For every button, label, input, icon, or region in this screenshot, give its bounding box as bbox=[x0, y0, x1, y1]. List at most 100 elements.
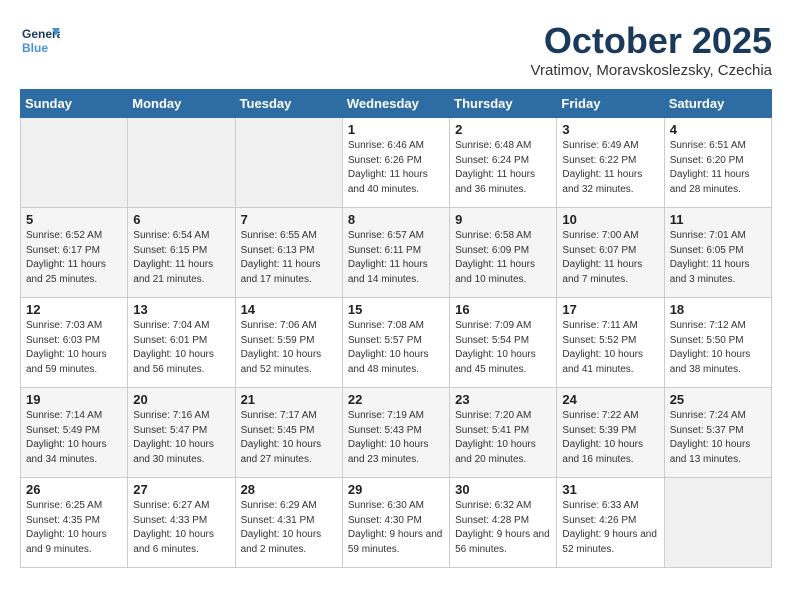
title-block: October 2025 Vratimov, Moravskoslezsky, … bbox=[531, 20, 772, 79]
calendar-table: SundayMondayTuesdayWednesdayThursdayFrid… bbox=[20, 89, 772, 568]
day-info: Sunrise: 6:58 AM Sunset: 6:09 PM Dayligh… bbox=[455, 229, 551, 287]
calendar-cell: 27 Sunrise: 6:27 AM Sunset: 4:33 PM Dayli… bbox=[128, 478, 235, 568]
day-info: Sunrise: 7:24 AM Sunset: 5:37 PM Dayligh… bbox=[670, 409, 766, 467]
day-info: Sunrise: 6:48 AM Sunset: 6:24 PM Dayligh… bbox=[455, 139, 551, 197]
day-number: 18 bbox=[670, 302, 766, 317]
calendar-cell: 5 Sunrise: 6:52 AM Sunset: 6:17 PM Daylig… bbox=[21, 208, 128, 298]
day-info: Sunrise: 6:29 AM Sunset: 4:31 PM Dayligh… bbox=[241, 499, 337, 557]
calendar-cell bbox=[21, 118, 128, 208]
day-info: Sunrise: 7:08 AM Sunset: 5:57 PM Dayligh… bbox=[348, 319, 444, 377]
logo: General Blue bbox=[20, 20, 64, 60]
day-number: 2 bbox=[455, 122, 551, 137]
day-info: Sunrise: 7:09 AM Sunset: 5:54 PM Dayligh… bbox=[455, 319, 551, 377]
calendar-cell: 8 Sunrise: 6:57 AM Sunset: 6:11 PM Daylig… bbox=[342, 208, 449, 298]
calendar-cell: 3 Sunrise: 6:49 AM Sunset: 6:22 PM Daylig… bbox=[557, 118, 664, 208]
svg-text:Blue: Blue bbox=[22, 41, 48, 55]
day-number: 11 bbox=[670, 212, 766, 227]
day-number: 3 bbox=[562, 122, 658, 137]
calendar-cell: 22 Sunrise: 7:19 AM Sunset: 5:43 PM Dayli… bbox=[342, 388, 449, 478]
calendar-week-row: 19Sunrise: 7:14 AM Sunset: 5:49 PM Dayli… bbox=[21, 388, 772, 478]
day-info: Sunrise: 7:17 AM Sunset: 5:45 PM Dayligh… bbox=[241, 409, 337, 467]
day-number: 9 bbox=[455, 212, 551, 227]
weekday-header: Friday bbox=[557, 90, 664, 118]
day-info: Sunrise: 7:03 AM Sunset: 6:03 PM Dayligh… bbox=[26, 319, 122, 377]
day-number: 28 bbox=[241, 482, 337, 497]
day-number: 25 bbox=[670, 392, 766, 407]
day-number: 27 bbox=[133, 482, 229, 497]
day-number: 7 bbox=[241, 212, 337, 227]
calendar-cell: 11 Sunrise: 7:01 AM Sunset: 6:05 PM Dayli… bbox=[664, 208, 771, 298]
day-number: 10 bbox=[562, 212, 658, 227]
calendar-cell: 19Sunrise: 7:14 AM Sunset: 5:49 PM Dayli… bbox=[21, 388, 128, 478]
weekday-header: Wednesday bbox=[342, 90, 449, 118]
calendar-cell bbox=[235, 118, 342, 208]
logo-icon: General Blue bbox=[20, 20, 60, 60]
day-number: 6 bbox=[133, 212, 229, 227]
day-info: Sunrise: 6:55 AM Sunset: 6:13 PM Dayligh… bbox=[241, 229, 337, 287]
calendar-cell: 15 Sunrise: 7:08 AM Sunset: 5:57 PM Dayli… bbox=[342, 298, 449, 388]
day-info: Sunrise: 6:51 AM Sunset: 6:20 PM Dayligh… bbox=[670, 139, 766, 197]
day-number: 20 bbox=[133, 392, 229, 407]
day-number: 31 bbox=[562, 482, 658, 497]
day-info: Sunrise: 7:04 AM Sunset: 6:01 PM Dayligh… bbox=[133, 319, 229, 377]
day-number: 24 bbox=[562, 392, 658, 407]
calendar-cell: 16 Sunrise: 7:09 AM Sunset: 5:54 PM Dayli… bbox=[450, 298, 557, 388]
day-info: Sunrise: 7:01 AM Sunset: 6:05 PM Dayligh… bbox=[670, 229, 766, 287]
day-info: Sunrise: 7:06 AM Sunset: 5:59 PM Dayligh… bbox=[241, 319, 337, 377]
weekday-header-row: SundayMondayTuesdayWednesdayThursdayFrid… bbox=[21, 90, 772, 118]
calendar-cell: 23 Sunrise: 7:20 AM Sunset: 5:41 PM Dayli… bbox=[450, 388, 557, 478]
month-title: October 2025 bbox=[531, 20, 772, 62]
day-info: Sunrise: 7:19 AM Sunset: 5:43 PM Dayligh… bbox=[348, 409, 444, 467]
day-number: 4 bbox=[670, 122, 766, 137]
day-info: Sunrise: 7:20 AM Sunset: 5:41 PM Dayligh… bbox=[455, 409, 551, 467]
weekday-header: Sunday bbox=[21, 90, 128, 118]
day-info: Sunrise: 6:52 AM Sunset: 6:17 PM Dayligh… bbox=[26, 229, 122, 287]
weekday-header: Monday bbox=[128, 90, 235, 118]
day-info: Sunrise: 6:25 AM Sunset: 4:35 PM Dayligh… bbox=[26, 499, 122, 557]
calendar-cell: 26Sunrise: 6:25 AM Sunset: 4:35 PM Dayli… bbox=[21, 478, 128, 568]
calendar-cell bbox=[664, 478, 771, 568]
calendar-cell: 12 Sunrise: 7:03 AM Sunset: 6:03 PM Dayli… bbox=[21, 298, 128, 388]
day-info: Sunrise: 7:14 AM Sunset: 5:49 PM Dayligh… bbox=[26, 409, 122, 467]
calendar-cell: 28 Sunrise: 6:29 AM Sunset: 4:31 PM Dayli… bbox=[235, 478, 342, 568]
calendar-cell: 9 Sunrise: 6:58 AM Sunset: 6:09 PM Daylig… bbox=[450, 208, 557, 298]
calendar-week-row: 1Sunrise: 6:46 AM Sunset: 6:26 PM Daylig… bbox=[21, 118, 772, 208]
day-info: Sunrise: 6:32 AM Sunset: 4:28 PM Dayligh… bbox=[455, 499, 551, 557]
calendar-cell: 17Sunrise: 7:11 AM Sunset: 5:52 PM Dayli… bbox=[557, 298, 664, 388]
day-info: Sunrise: 6:46 AM Sunset: 6:26 PM Dayligh… bbox=[348, 139, 444, 197]
calendar-cell: 25 Sunrise: 7:24 AM Sunset: 5:37 PM Dayli… bbox=[664, 388, 771, 478]
day-number: 22 bbox=[348, 392, 444, 407]
calendar-cell: 31Sunrise: 6:33 AM Sunset: 4:26 PM Dayli… bbox=[557, 478, 664, 568]
weekday-header: Saturday bbox=[664, 90, 771, 118]
day-number: 12 bbox=[26, 302, 122, 317]
day-info: Sunrise: 7:12 AM Sunset: 5:50 PM Dayligh… bbox=[670, 319, 766, 377]
calendar-cell: 6Sunrise: 6:54 AM Sunset: 6:15 PM Daylig… bbox=[128, 208, 235, 298]
weekday-header: Tuesday bbox=[235, 90, 342, 118]
calendar-cell: 2 Sunrise: 6:48 AM Sunset: 6:24 PM Daylig… bbox=[450, 118, 557, 208]
day-info: Sunrise: 6:49 AM Sunset: 6:22 PM Dayligh… bbox=[562, 139, 658, 197]
day-number: 23 bbox=[455, 392, 551, 407]
calendar-cell: 21Sunrise: 7:17 AM Sunset: 5:45 PM Dayli… bbox=[235, 388, 342, 478]
day-info: Sunrise: 6:27 AM Sunset: 4:33 PM Dayligh… bbox=[133, 499, 229, 557]
calendar-week-row: 26Sunrise: 6:25 AM Sunset: 4:35 PM Dayli… bbox=[21, 478, 772, 568]
day-number: 15 bbox=[348, 302, 444, 317]
calendar-cell: 14Sunrise: 7:06 AM Sunset: 5:59 PM Dayli… bbox=[235, 298, 342, 388]
day-number: 16 bbox=[455, 302, 551, 317]
location-subtitle: Vratimov, Moravskoslezsky, Czechia bbox=[531, 62, 772, 79]
calendar-cell: 10 Sunrise: 7:00 AM Sunset: 6:07 PM Dayli… bbox=[557, 208, 664, 298]
day-number: 5 bbox=[26, 212, 122, 227]
day-number: 13 bbox=[133, 302, 229, 317]
weekday-header: Thursday bbox=[450, 90, 557, 118]
day-number: 29 bbox=[348, 482, 444, 497]
day-number: 8 bbox=[348, 212, 444, 227]
calendar-cell: 24Sunrise: 7:22 AM Sunset: 5:39 PM Dayli… bbox=[557, 388, 664, 478]
calendar-cell: 7 Sunrise: 6:55 AM Sunset: 6:13 PM Daylig… bbox=[235, 208, 342, 298]
calendar-cell: 4 Sunrise: 6:51 AM Sunset: 6:20 PM Daylig… bbox=[664, 118, 771, 208]
day-number: 17 bbox=[562, 302, 658, 317]
page-header: General Blue October 2025 Vratimov, Mora… bbox=[20, 20, 772, 79]
day-info: Sunrise: 7:00 AM Sunset: 6:07 PM Dayligh… bbox=[562, 229, 658, 287]
calendar-cell: 29Sunrise: 6:30 AM Sunset: 4:30 PM Dayli… bbox=[342, 478, 449, 568]
calendar-cell: 30Sunrise: 6:32 AM Sunset: 4:28 PM Dayli… bbox=[450, 478, 557, 568]
calendar-cell: 13 Sunrise: 7:04 AM Sunset: 6:01 PM Dayli… bbox=[128, 298, 235, 388]
day-info: Sunrise: 6:57 AM Sunset: 6:11 PM Dayligh… bbox=[348, 229, 444, 287]
